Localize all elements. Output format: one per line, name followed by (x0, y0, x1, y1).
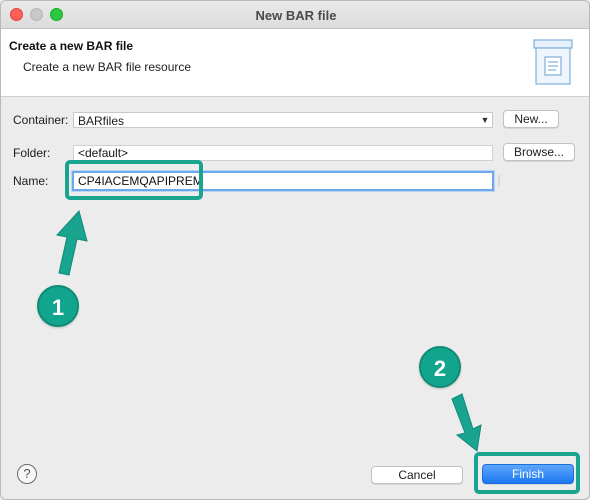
dialog-window: New BAR file Create a new BAR file Creat… (0, 0, 590, 500)
new-container-button[interactable]: New... (503, 110, 559, 128)
window-title: New BAR file (255, 8, 337, 23)
arrow-to-finish-button (451, 393, 482, 452)
container-select-value: BARfiles (78, 114, 125, 128)
field-divider (498, 175, 500, 187)
name-label: Name: (13, 174, 49, 188)
browse-folder-button[interactable]: Browse... (503, 143, 575, 161)
banner-heading: Create a new BAR file (9, 39, 134, 53)
dropdown-arrow-icon[interactable]: ▼ (479, 114, 491, 126)
arrow-to-name-field (56, 209, 88, 276)
question-mark-icon[interactable]: ? (17, 464, 37, 484)
folder-label: Folder: (13, 146, 51, 160)
wizard-banner: Create a new BAR file Create a new BAR f… (1, 29, 589, 97)
banner-description: Create a new BAR file resource (23, 60, 192, 74)
container-select[interactable]: BARfiles ▼ (73, 112, 493, 128)
bar-file-wizard-icon (533, 39, 573, 85)
cancel-button[interactable]: Cancel (371, 466, 463, 484)
step-2-badge: 2 (419, 346, 461, 388)
title-bar[interactable]: New BAR file (1, 1, 589, 29)
finish-button-highlight (474, 452, 580, 494)
folder-field[interactable] (73, 145, 493, 161)
step-1-badge: 1 (37, 285, 79, 327)
name-field-highlight (65, 160, 203, 200)
container-label: Container: (13, 113, 69, 127)
